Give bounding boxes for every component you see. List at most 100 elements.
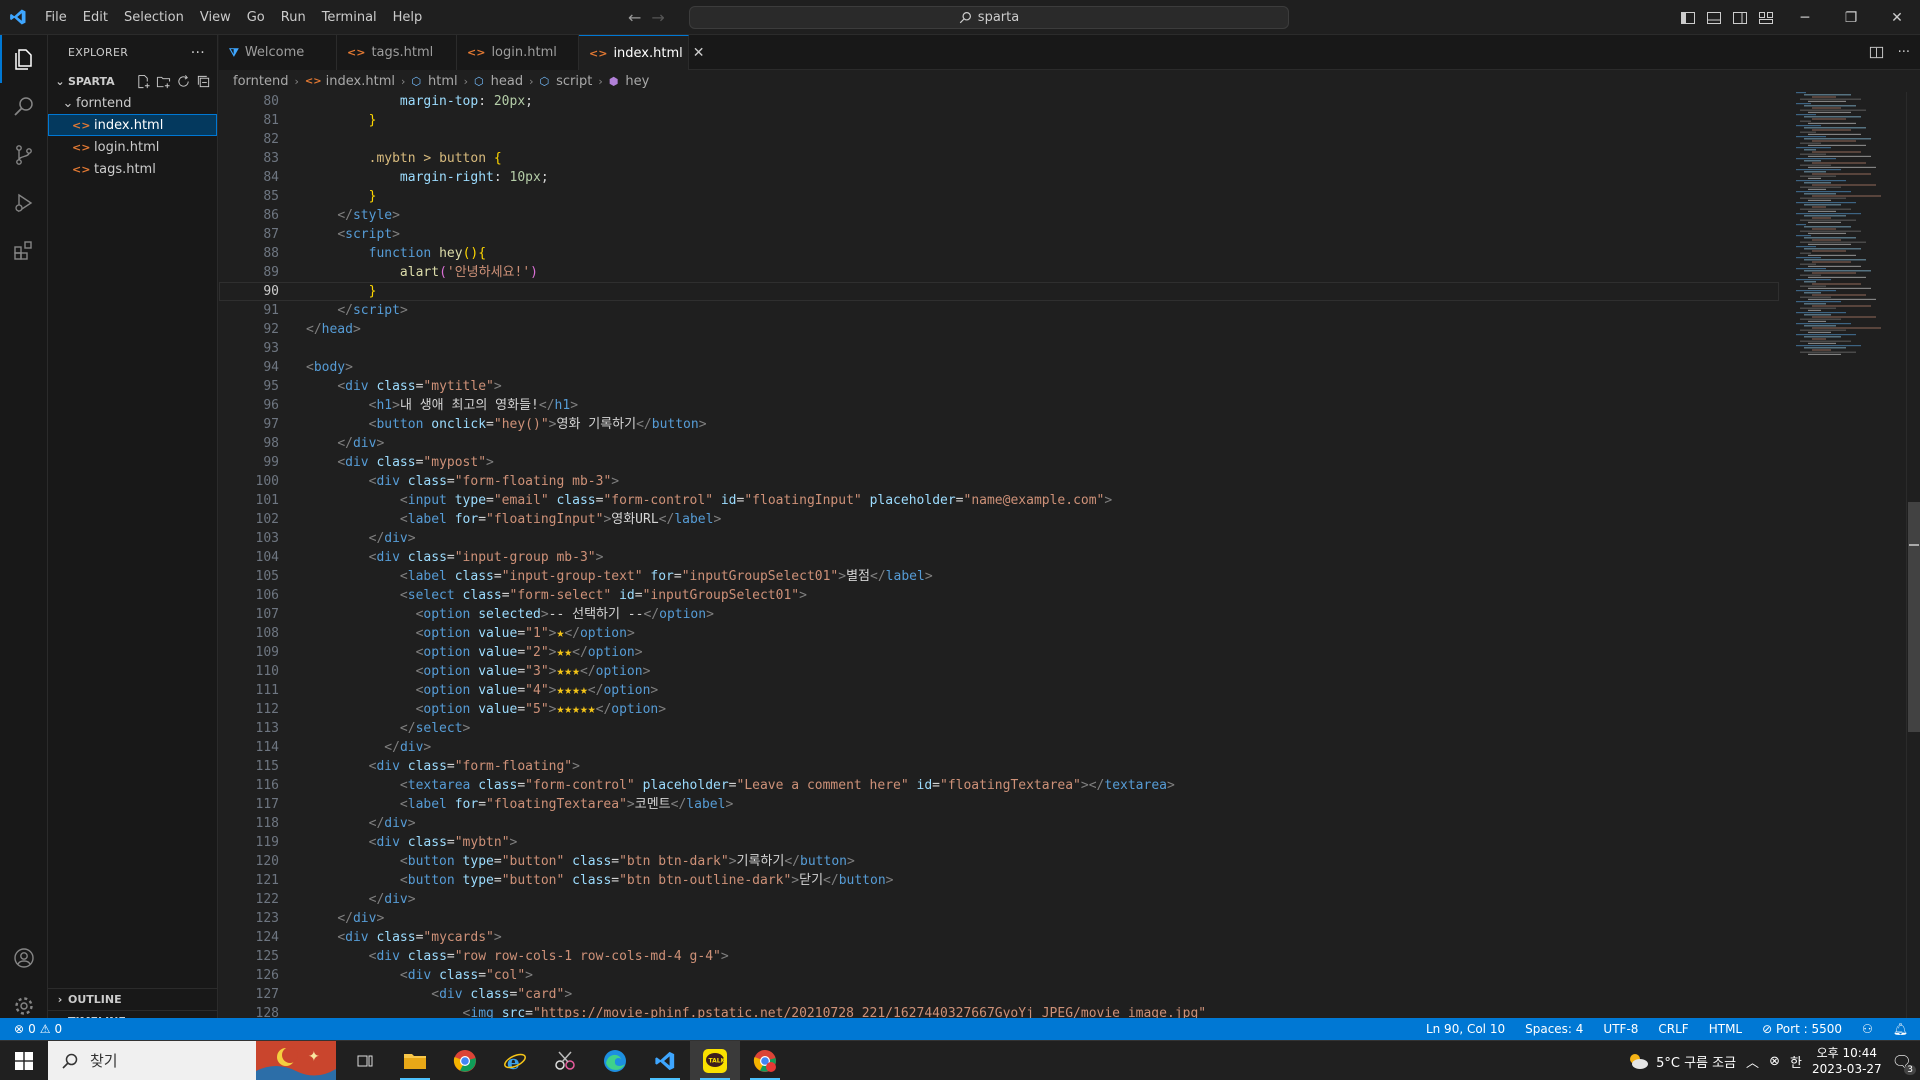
code-line[interactable]: 95 <div class="mytitle"> xyxy=(219,377,1779,396)
windows-start-icon[interactable] xyxy=(0,1041,48,1080)
menu-edit[interactable]: Edit xyxy=(75,0,116,35)
tab-index-html[interactable]: <> index.html ✕ xyxy=(579,35,704,70)
breadcrumb-item[interactable]: html xyxy=(428,74,458,89)
close-window-icon[interactable]: ✕ xyxy=(1874,0,1920,35)
code-line[interactable]: 90 } xyxy=(219,282,1779,301)
file-index-html[interactable]: <> index.html xyxy=(48,114,217,136)
code-line[interactable]: 118 </div> xyxy=(219,814,1779,833)
code-line[interactable]: 115 <div class="form-floating"> xyxy=(219,757,1779,776)
code-line[interactable]: 85 } xyxy=(219,187,1779,206)
tab-welcome[interactable]: ⧩ Welcome xyxy=(219,35,337,70)
code-line[interactable]: 94 <body> xyxy=(219,358,1779,377)
folder-forntend[interactable]: ⌄ forntend xyxy=(48,92,217,114)
file-login-html[interactable]: <> login.html xyxy=(48,136,217,158)
forward-arrow-icon[interactable]: → xyxy=(651,8,664,27)
code-line[interactable]: 103 </div> xyxy=(219,529,1779,548)
new-folder-icon[interactable] xyxy=(156,74,171,89)
code-line[interactable]: 113 </select> xyxy=(219,719,1779,738)
code-line[interactable]: 105 <label class="input-group-text" for=… xyxy=(219,567,1779,586)
code-line[interactable]: 102 <label for="floatingInput">영화URL</la… xyxy=(219,510,1779,529)
problems-indicator[interactable]: ⊗ 0 ⚠ 0 xyxy=(0,1022,62,1036)
extensions-icon[interactable] xyxy=(0,227,48,275)
live-server-port[interactable]: ⊘ Port : 5500 xyxy=(1762,1022,1842,1036)
feedback-icon[interactable]: ⚇ xyxy=(1862,1022,1873,1036)
split-editor-icon[interactable] xyxy=(1869,45,1884,60)
code-line[interactable]: 119 <div class="mybtn"> xyxy=(219,833,1779,852)
workspace-section-header[interactable]: ⌄ SPARTA xyxy=(48,70,217,92)
collapse-all-icon[interactable] xyxy=(196,74,211,89)
notifications-bell-icon[interactable]: 🔔︎ xyxy=(1893,1022,1908,1036)
command-center-search[interactable]: sparta xyxy=(689,6,1289,29)
tray-overflow-chevron-icon[interactable]: ︿ xyxy=(1746,1052,1759,1071)
snipping-tool-icon[interactable] xyxy=(540,1041,590,1080)
code-line[interactable]: 91 </script> xyxy=(219,301,1779,320)
end-of-line[interactable]: CRLF xyxy=(1658,1022,1688,1036)
code-line[interactable]: 107 <option selected>-- 선택하기 --</option> xyxy=(219,605,1779,624)
explorer-icon[interactable] xyxy=(0,35,48,83)
explorer-more-actions-icon[interactable]: ··· xyxy=(191,45,205,61)
tray-app-icon[interactable]: ⊗ xyxy=(1769,1054,1780,1069)
code-line[interactable]: 124 <div class="mycards"> xyxy=(219,928,1779,947)
menu-selection[interactable]: Selection xyxy=(116,0,192,35)
edge-icon[interactable] xyxy=(590,1041,640,1080)
code-line[interactable]: 120 <button type="button" class="btn btn… xyxy=(219,852,1779,871)
vscode-taskbar-icon[interactable] xyxy=(640,1041,690,1080)
menu-terminal[interactable]: Terminal xyxy=(314,0,385,35)
toggle-secondary-sidebar-icon[interactable] xyxy=(1732,10,1748,26)
cursor-position[interactable]: Ln 90, Col 10 xyxy=(1426,1022,1505,1036)
restore-icon[interactable]: ❐ xyxy=(1828,0,1874,35)
code-line[interactable]: 106 <select class="form-select" id="inpu… xyxy=(219,586,1779,605)
code-line[interactable]: 84 margin-right: 10px; xyxy=(219,168,1779,187)
internet-explorer-icon[interactable]: e xyxy=(490,1041,540,1080)
notification-center-icon[interactable]: 🗨︎ 3 xyxy=(1892,1052,1916,1075)
chrome-profile-icon[interactable] xyxy=(740,1041,790,1080)
breadcrumb-item[interactable]: forntend xyxy=(233,74,288,89)
indentation[interactable]: Spaces: 4 xyxy=(1525,1022,1583,1036)
taskbar-search-box[interactable]: 찾기 xyxy=(48,1040,256,1080)
tab-tags-html[interactable]: <> tags.html xyxy=(337,35,457,70)
code-line[interactable]: 126 <div class="col"> xyxy=(219,966,1779,985)
breadcrumb-item[interactable]: index.html xyxy=(326,74,395,89)
breadcrumb-item[interactable]: head xyxy=(491,74,523,89)
chrome-icon[interactable] xyxy=(440,1041,490,1080)
code-line[interactable]: 92 </head> xyxy=(219,320,1779,339)
code-line[interactable]: 111 <option value="4">★★★★</option> xyxy=(219,681,1779,700)
code-line[interactable]: 100 <div class="form-floating mb-3"> xyxy=(219,472,1779,491)
file-tags-html[interactable]: <> tags.html xyxy=(48,158,217,180)
language-mode[interactable]: HTML xyxy=(1709,1022,1742,1036)
menu-file[interactable]: File xyxy=(37,0,75,35)
search-view-icon[interactable] xyxy=(0,83,48,131)
ime-indicator[interactable]: 한 xyxy=(1790,1052,1802,1071)
menu-help[interactable]: Help xyxy=(385,0,431,35)
code-line[interactable]: 123 </div> xyxy=(219,909,1779,928)
task-view-icon[interactable] xyxy=(340,1041,390,1080)
code-line[interactable]: 93 xyxy=(219,339,1779,358)
kakaotalk-icon[interactable]: TALK xyxy=(690,1040,740,1080)
code-line[interactable]: 122 </div> xyxy=(219,890,1779,909)
code-line[interactable]: 80 margin-top: 20px; xyxy=(219,92,1779,111)
run-debug-icon[interactable] xyxy=(0,179,48,227)
code-line[interactable]: 127 <div class="card"> xyxy=(219,985,1779,1004)
breadcrumb-item[interactable]: hey xyxy=(625,74,649,89)
source-control-icon[interactable] xyxy=(0,131,48,179)
code-line[interactable]: 83 .mybtn > button { xyxy=(219,149,1779,168)
editor-scrollbar[interactable] xyxy=(1906,92,1920,1040)
back-arrow-icon[interactable]: ← xyxy=(628,8,641,27)
scrollbar-thumb[interactable] xyxy=(1908,502,1920,732)
code-line[interactable]: 114 </div> xyxy=(219,738,1779,757)
file-explorer-icon[interactable] xyxy=(390,1041,440,1080)
code-line[interactable]: 97 <button onclick="hey()">영화 기록하기</butt… xyxy=(219,415,1779,434)
code-line[interactable]: 110 <option value="3">★★★</option> xyxy=(219,662,1779,681)
tab-login-html[interactable]: <> login.html xyxy=(457,35,579,70)
code-line[interactable]: 101 <input type="email" class="form-cont… xyxy=(219,491,1779,510)
code-line[interactable]: 96 <h1>내 생애 최고의 영화들!</h1> xyxy=(219,396,1779,415)
outline-section-header[interactable]: › OUTLINE xyxy=(48,988,218,1010)
code-line[interactable]: 88 function hey(){ xyxy=(219,244,1779,263)
toggle-primary-sidebar-icon[interactable] xyxy=(1680,10,1696,26)
breadcrumb-item[interactable]: script xyxy=(556,74,592,89)
code-line[interactable]: 81 } xyxy=(219,111,1779,130)
menu-view[interactable]: View xyxy=(192,0,239,35)
code-line[interactable]: 112 <option value="5">★★★★★</option> xyxy=(219,700,1779,719)
code-line[interactable]: 89 alart('안녕하세요!') xyxy=(219,263,1779,282)
customize-layout-icon[interactable] xyxy=(1758,10,1774,26)
